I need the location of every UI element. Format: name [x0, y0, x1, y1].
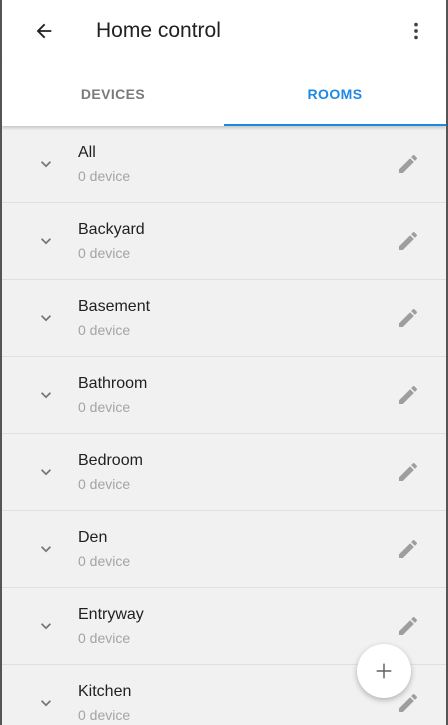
- room-texts: Backyard 0 device: [78, 219, 386, 263]
- edit-room-button[interactable]: [386, 373, 430, 417]
- room-device-count: 0 device: [78, 553, 131, 569]
- edit-room-button[interactable]: [386, 604, 430, 648]
- app-bar: Home control: [2, 0, 446, 62]
- chevron-down-icon: [41, 700, 51, 707]
- room-device-count: 0 device: [78, 399, 131, 415]
- room-row-den[interactable]: Den 0 device: [2, 511, 446, 588]
- expand-button[interactable]: [26, 298, 66, 338]
- arrow-left-icon: [36, 23, 52, 39]
- room-device-count: 0 device: [78, 476, 131, 492]
- edit-room-button[interactable]: [386, 450, 430, 494]
- room-device-count: 0 device: [78, 245, 131, 261]
- room-texts: Kitchen 0 device: [78, 681, 386, 725]
- chevron-down-icon: [41, 315, 51, 322]
- more-vert-icon: [414, 22, 418, 40]
- expand-button[interactable]: [26, 375, 66, 415]
- room-name: Den: [78, 529, 108, 546]
- room-name: Kitchen: [78, 683, 132, 700]
- chevron-down-icon: [41, 392, 51, 399]
- pencil-icon: [399, 231, 418, 250]
- room-device-count: 0 device: [78, 707, 131, 723]
- room-name: All: [78, 144, 96, 161]
- back-button[interactable]: [20, 7, 68, 55]
- pencil-icon: [399, 693, 418, 712]
- pencil-icon: [399, 385, 418, 404]
- page-title: Home control: [96, 19, 221, 42]
- room-texts: Basement 0 device: [78, 296, 386, 340]
- plus-icon: [376, 663, 392, 679]
- expand-button[interactable]: [26, 221, 66, 261]
- chevron-down-icon: [41, 469, 51, 476]
- room-texts: Entryway 0 device: [78, 604, 386, 648]
- room-row-bathroom[interactable]: Bathroom 0 device: [2, 357, 446, 434]
- room-texts: Bathroom 0 device: [78, 373, 386, 417]
- chevron-down-icon: [41, 161, 51, 168]
- tab-rooms[interactable]: ROOMS: [224, 62, 446, 126]
- room-row-basement[interactable]: Basement 0 device: [2, 280, 446, 357]
- room-device-count: 0 device: [78, 322, 131, 338]
- room-texts: Den 0 device: [78, 527, 386, 571]
- chevron-down-icon: [41, 546, 51, 553]
- room-name: Bathroom: [78, 375, 148, 392]
- pencil-icon: [399, 462, 418, 481]
- room-row-all[interactable]: All 0 device: [2, 126, 446, 203]
- expand-button[interactable]: [26, 606, 66, 646]
- chevron-down-icon: [41, 623, 51, 630]
- chevron-down-icon: [41, 238, 51, 245]
- pencil-icon: [399, 539, 418, 558]
- expand-button[interactable]: [26, 144, 66, 184]
- expand-button[interactable]: [26, 452, 66, 492]
- room-name: Entryway: [78, 606, 144, 623]
- room-device-count: 0 device: [78, 630, 131, 646]
- pencil-icon: [399, 154, 418, 173]
- room-name: Backyard: [78, 221, 145, 238]
- more-options-button[interactable]: [392, 7, 440, 55]
- add-room-button[interactable]: [357, 644, 411, 698]
- expand-button[interactable]: [26, 529, 66, 569]
- edit-room-button[interactable]: [386, 219, 430, 263]
- pencil-icon: [399, 308, 418, 327]
- room-texts: All 0 device: [78, 142, 386, 186]
- edit-room-button[interactable]: [386, 142, 430, 186]
- pencil-icon: [399, 616, 418, 635]
- room-row-bedroom[interactable]: Bedroom 0 device: [2, 434, 446, 511]
- expand-button[interactable]: [26, 683, 66, 723]
- room-texts: Bedroom 0 device: [78, 450, 386, 494]
- room-device-count: 0 device: [78, 168, 131, 184]
- room-row-backyard[interactable]: Backyard 0 device: [2, 203, 446, 280]
- room-name: Basement: [78, 298, 151, 315]
- edit-room-button[interactable]: [386, 527, 430, 571]
- tab-devices[interactable]: DEVICES: [2, 62, 224, 126]
- room-name: Bedroom: [78, 452, 143, 469]
- app-frame: Home control DEVICES ROOMS All 0 device: [0, 0, 448, 725]
- tab-bar: DEVICES ROOMS: [2, 62, 446, 126]
- edit-room-button[interactable]: [386, 296, 430, 340]
- rooms-list: All 0 device Backyard 0 device Basement …: [2, 126, 446, 725]
